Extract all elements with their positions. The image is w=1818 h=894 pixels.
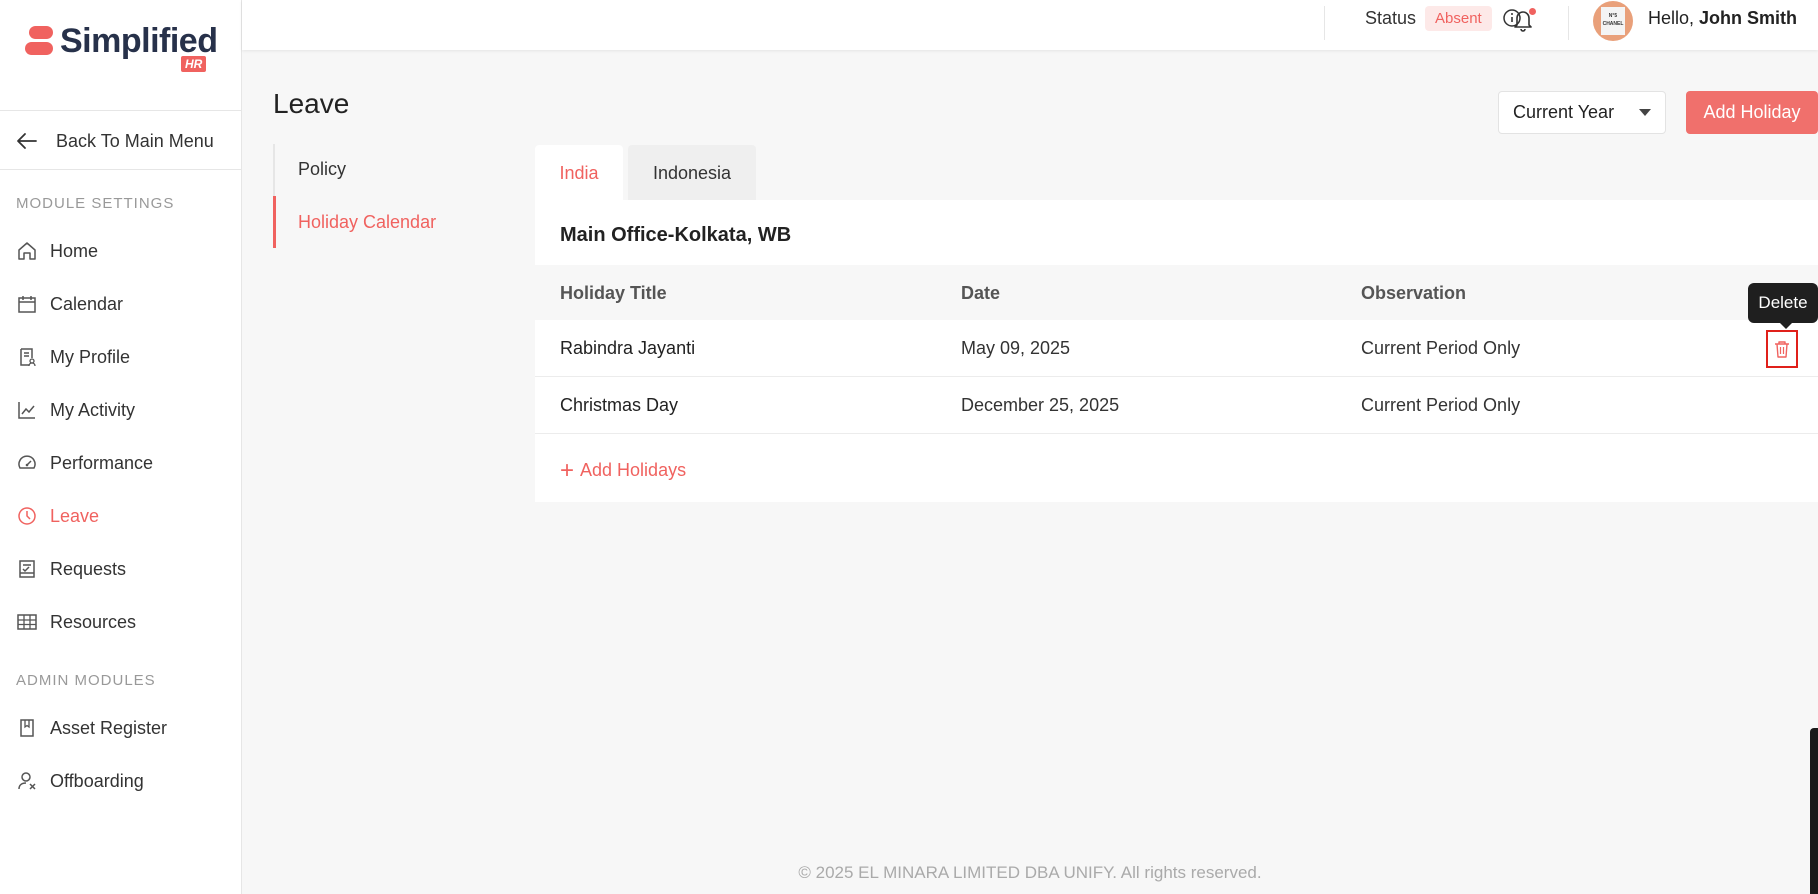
- sidebar-item-label: Requests: [50, 558, 127, 579]
- sidebar-divider: [0, 110, 242, 111]
- table-header: Holiday Title Date Observation: [535, 265, 1818, 320]
- logo-mark-icon: [25, 26, 55, 56]
- caret-down-icon: [1639, 109, 1651, 116]
- plus-icon: +: [560, 456, 575, 484]
- column-header: Observation: [1361, 283, 1467, 303]
- sidebar-item-label: Home: [50, 240, 99, 261]
- sidebar: Simplified HR Back To Main Menu MODULE S…: [0, 0, 242, 894]
- calendar-icon: [16, 293, 38, 315]
- sidebar-item-my-profile[interactable]: My Profile: [16, 343, 130, 371]
- sidebar-item-label: Calendar: [50, 293, 124, 314]
- sidebar-item-label: Asset Register: [50, 717, 168, 738]
- greeting-prefix: Hello,: [1648, 8, 1700, 28]
- sidebar-item-label: Performance: [50, 452, 154, 473]
- header-divider: [1324, 6, 1325, 40]
- sidebar-item-calendar[interactable]: Calendar: [16, 290, 123, 318]
- holiday-observation: Current Period Only: [1361, 395, 1521, 415]
- sidebar-item-leave[interactable]: Leave: [16, 502, 99, 530]
- sidebar-divider: [0, 169, 242, 170]
- delete-tooltip: Delete: [1748, 283, 1818, 329]
- notification-dot: [1529, 8, 1536, 15]
- sidebar-item-offboarding[interactable]: Offboarding: [16, 767, 144, 795]
- sidebar-item-label: My Activity: [50, 399, 136, 420]
- sidebar-item-label: Resources: [50, 611, 137, 632]
- offboarding-icon: [16, 770, 38, 792]
- requests-icon: [16, 558, 38, 580]
- table-icon: [16, 611, 38, 633]
- table-row: Rabindra Jayanti May 09, 2025 Current Pe…: [535, 320, 1818, 377]
- holiday-title: Rabindra Jayanti: [560, 338, 696, 358]
- logo[interactable]: Simplified HR: [25, 22, 225, 74]
- avatar[interactable]: N°5 CHANEL: [1593, 1, 1633, 41]
- sidebar-item-requests[interactable]: Requests: [16, 555, 126, 583]
- sidebar-item-label: Leave: [50, 505, 100, 526]
- add-holidays-link[interactable]: + Add Holidays: [560, 456, 687, 484]
- home-icon: [16, 240, 38, 262]
- delete-button[interactable]: [1766, 330, 1798, 368]
- top-header: Status Absent N°5 CHANEL Hello, John Smi…: [242, 0, 1818, 50]
- gauge-icon: [16, 452, 38, 474]
- module-settings-heading: MODULE SETTINGS: [16, 195, 175, 212]
- back-label: Back To Main Menu: [56, 130, 214, 151]
- holiday-observation: Current Period Only: [1361, 338, 1521, 358]
- year-filter-select[interactable]: Current Year: [1498, 91, 1666, 134]
- footer-copyright: © 2025 EL MINARA LIMITED DBA UNIFY. All …: [798, 863, 1262, 882]
- status-label: Status: [1365, 8, 1417, 28]
- subnav-holiday-calendar[interactable]: Holiday Calendar: [273, 196, 473, 248]
- header-divider: [1568, 6, 1569, 40]
- subnav-policy[interactable]: Policy: [273, 143, 473, 195]
- clock-icon: [16, 505, 38, 527]
- tab-india[interactable]: India: [535, 145, 623, 201]
- page-title: Leave: [273, 88, 350, 119]
- profile-icon: [16, 346, 38, 368]
- user-greeting[interactable]: Hello, John Smith: [1648, 8, 1797, 29]
- trash-icon: [1775, 341, 1789, 358]
- sidebar-item-home[interactable]: Home: [16, 237, 98, 265]
- admin-modules-heading: ADMIN MODULES: [16, 672, 156, 689]
- holiday-date: May 09, 2025: [961, 338, 1071, 358]
- side-panel-handle[interactable]: [1810, 728, 1818, 894]
- book-icon: [16, 717, 38, 739]
- sidebar-item-asset-register[interactable]: Asset Register: [16, 714, 167, 742]
- sidebar-item-label: My Profile: [50, 346, 131, 367]
- column-header: Date: [961, 283, 1001, 303]
- tab-indonesia[interactable]: Indonesia: [628, 145, 756, 201]
- logo-suffix: HR: [181, 56, 207, 72]
- sidebar-item-performance[interactable]: Performance: [16, 449, 153, 477]
- arrow-left-icon: [17, 133, 37, 149]
- back-to-main-menu[interactable]: Back To Main Menu: [16, 128, 214, 154]
- column-header: Holiday Title: [560, 283, 667, 303]
- sidebar-item-my-activity[interactable]: My Activity: [16, 396, 135, 424]
- status-badge: Absent: [1425, 6, 1492, 31]
- sidebar-item-resources[interactable]: Resources: [16, 608, 136, 636]
- holiday-date: December 25, 2025: [961, 395, 1120, 415]
- table-row: Christmas Day December 25, 2025 Current …: [535, 377, 1818, 434]
- holiday-table-card: Main Office-Kolkata, WB Holiday Title Da…: [535, 200, 1818, 502]
- user-name: John Smith: [1699, 8, 1798, 28]
- add-holidays-label: Add Holidays: [580, 460, 687, 480]
- avatar-image: N°5 CHANEL: [1601, 7, 1625, 35]
- info-icon[interactable]: [1502, 8, 1522, 28]
- year-filter-value: Current Year: [1513, 102, 1615, 122]
- sidebar-item-label: Offboarding: [50, 770, 144, 791]
- office-title: Main Office-Kolkata, WB: [560, 224, 792, 246]
- holiday-title: Christmas Day: [560, 395, 679, 415]
- add-holiday-button[interactable]: Add Holiday: [1686, 91, 1818, 134]
- activity-icon: [16, 399, 38, 421]
